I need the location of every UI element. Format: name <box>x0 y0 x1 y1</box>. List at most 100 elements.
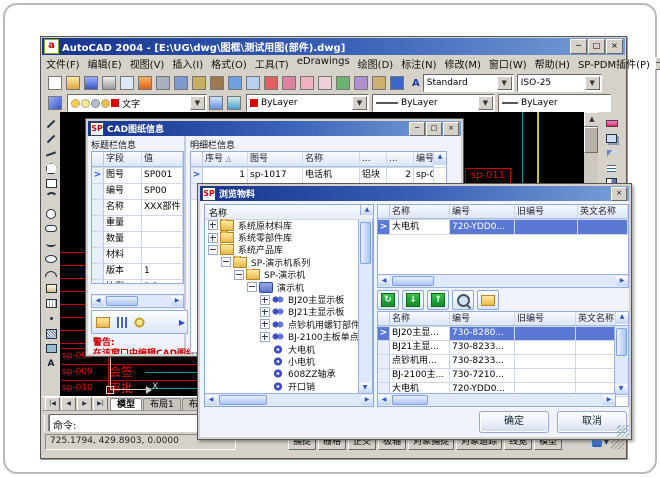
tab-nav-button[interactable]: ◀ <box>61 397 76 411</box>
linetype-combo[interactable]: ByLayer <box>498 94 611 112</box>
scrollbar-thumb[interactable] <box>360 222 371 264</box>
erase-icon[interactable] <box>604 116 620 131</box>
lineweight-combo[interactable]: ByLayer ▼ <box>372 94 495 112</box>
window-titlebar[interactable]: a AutoCAD 2004 - [E:\UG\dwg\图框\测试用图(部件).… <box>42 38 625 55</box>
column-header[interactable]: 名称 <box>303 152 360 167</box>
scrollbar-thumb[interactable] <box>584 127 598 153</box>
zoom-window-icon[interactable] <box>298 74 316 92</box>
scrollbar-thumb[interactable] <box>392 395 428 405</box>
mirror-icon[interactable] <box>604 146 620 161</box>
scroll-left-icon[interactable]: ◀ <box>378 395 390 405</box>
more-arrow-icon[interactable]: ▶ <box>179 318 185 327</box>
tree-item[interactable]: 系统零部件库 <box>205 231 360 243</box>
column-header[interactable]: 旧编号 <box>515 205 578 219</box>
dim-style-combo[interactable]: ISO-25 ▼ <box>517 74 602 92</box>
scrollbar-thumb[interactable] <box>616 328 627 356</box>
tree-expander-icon[interactable] <box>208 233 218 243</box>
tree-item[interactable]: SP-演示机 <box>205 269 360 281</box>
construction-line-icon[interactable] <box>43 131 59 146</box>
scroll-left-icon[interactable]: ◀ <box>92 296 104 306</box>
menu-item[interactable]: SP-PDM插件(P) <box>574 55 654 72</box>
menu-item[interactable]: 视图(V) <box>126 55 169 72</box>
zoom-previous-icon[interactable] <box>316 74 334 92</box>
material-row[interactable]: > 大电机 720-YDD0... <box>378 220 628 235</box>
tree-hscrollbar[interactable]: ◀ ▶ <box>205 393 373 406</box>
layer-previous-icon[interactable] <box>225 94 243 112</box>
help-icon[interactable] <box>388 74 406 92</box>
hatch-icon[interactable] <box>43 326 59 341</box>
column-header[interactable]: 序号 △ <box>203 152 248 167</box>
offset-icon[interactable] <box>604 161 620 176</box>
tree-expander-icon[interactable] <box>260 295 270 305</box>
menu-item[interactable]: 窗口(W) <box>485 55 531 72</box>
properties-icon[interactable] <box>334 74 352 92</box>
menu-item[interactable]: 文件(F) <box>42 55 84 72</box>
column-header[interactable]: 英文名称 <box>578 205 628 219</box>
column-header-field[interactable]: 字段 <box>104 152 142 167</box>
titleblock-row[interactable]: 版本 1 <box>92 264 183 280</box>
column-header[interactable]: 名称 <box>390 205 450 219</box>
tree-item[interactable]: 608ZZ轴承 <box>205 368 360 380</box>
material-row[interactable]: 点钞机用... 730-8233... <box>378 355 628 369</box>
maximize-button[interactable]: □ <box>426 122 442 136</box>
column-header[interactable]: 英文名称 <box>576 312 616 326</box>
menu-item[interactable]: eDrawings <box>293 55 354 72</box>
scroll-right-icon[interactable]: ▶ <box>603 395 615 405</box>
chevron-down-icon[interactable]: ▼ <box>478 96 493 110</box>
tree-item[interactable]: BJ-2100主板单点 <box>205 331 360 343</box>
color-combo[interactable]: ByLayer ▼ <box>246 94 369 112</box>
open-icon[interactable] <box>64 74 82 92</box>
menu-item[interactable]: 编辑(E) <box>84 55 126 72</box>
scroll-left-icon[interactable]: ◀ <box>205 395 217 405</box>
minimize-button[interactable]: ─ <box>570 39 587 54</box>
region-icon[interactable] <box>43 341 59 356</box>
child-minimize-button[interactable]: ─ <box>655 57 660 70</box>
tree-item[interactable]: 系统产品库 <box>205 244 360 256</box>
scroll-down-icon[interactable]: ▼ <box>615 384 627 394</box>
tree-expander-icon[interactable] <box>208 245 218 255</box>
minimize-button[interactable]: ─ <box>409 122 425 136</box>
scrollbar-thumb[interactable] <box>392 276 434 286</box>
scroll-left-icon[interactable]: ◀ <box>378 276 390 286</box>
point-icon[interactable] <box>43 311 59 326</box>
column-header[interactable]: 编号 <box>414 152 434 167</box>
tree-expander-icon[interactable] <box>247 282 257 292</box>
copy-icon[interactable] <box>172 74 190 92</box>
tree-item[interactable]: 点钞机用螺钉部件 <box>205 318 360 330</box>
tree-item[interactable]: BJ20主显示板 <box>205 293 360 305</box>
resize-grip[interactable] <box>617 425 629 437</box>
menu-item[interactable]: 插入(I) <box>168 55 207 72</box>
column-header[interactable]: ... <box>360 152 387 167</box>
zoom-realtime-icon[interactable] <box>280 74 298 92</box>
scroll-up-icon[interactable]: ▲ <box>360 205 373 215</box>
export-up-icon[interactable]: ↑ <box>427 290 449 310</box>
chevron-down-icon[interactable]: ▼ <box>190 96 205 110</box>
column-header[interactable]: 编号 <box>450 312 515 326</box>
scrollbar-thumb[interactable] <box>106 296 138 306</box>
cut-icon[interactable] <box>154 74 172 92</box>
material-list-vscrollbar[interactable]: ▼ <box>614 325 629 395</box>
layer-combo[interactable]: 文字 ▼ <box>67 94 207 112</box>
scrollbar-thumb[interactable] <box>219 395 267 405</box>
titleblock-row[interactable]: 材料 <box>92 248 183 264</box>
selected-material-hscrollbar[interactable]: ◀ ▶ <box>377 274 629 288</box>
plot-icon[interactable] <box>100 74 118 92</box>
chevron-down-icon[interactable]: ▼ <box>585 76 600 90</box>
open-folder-icon[interactable] <box>477 290 499 310</box>
maximize-button[interactable]: □ <box>588 39 605 54</box>
revcloud-icon[interactable] <box>43 221 59 236</box>
new-icon[interactable] <box>46 74 64 92</box>
arc-icon[interactable] <box>43 191 59 206</box>
tree-expander-icon[interactable] <box>260 307 270 317</box>
open-icon[interactable] <box>96 317 110 328</box>
tree-expander-icon[interactable] <box>208 220 218 230</box>
tree-header[interactable]: 名称 <box>205 205 360 219</box>
chevron-down-icon[interactable]: ▼ <box>497 76 512 90</box>
menu-item[interactable]: 工具(T) <box>251 55 293 72</box>
menu-item[interactable]: 帮助(H) <box>531 55 574 72</box>
tree-item[interactable]: SP-演示机系列 <box>205 256 360 268</box>
spline-icon[interactable] <box>43 236 59 251</box>
tree-item[interactable]: 开口销 <box>205 380 360 392</box>
column-header[interactable]: 编号 <box>450 205 515 219</box>
text-icon[interactable]: A <box>43 356 59 371</box>
